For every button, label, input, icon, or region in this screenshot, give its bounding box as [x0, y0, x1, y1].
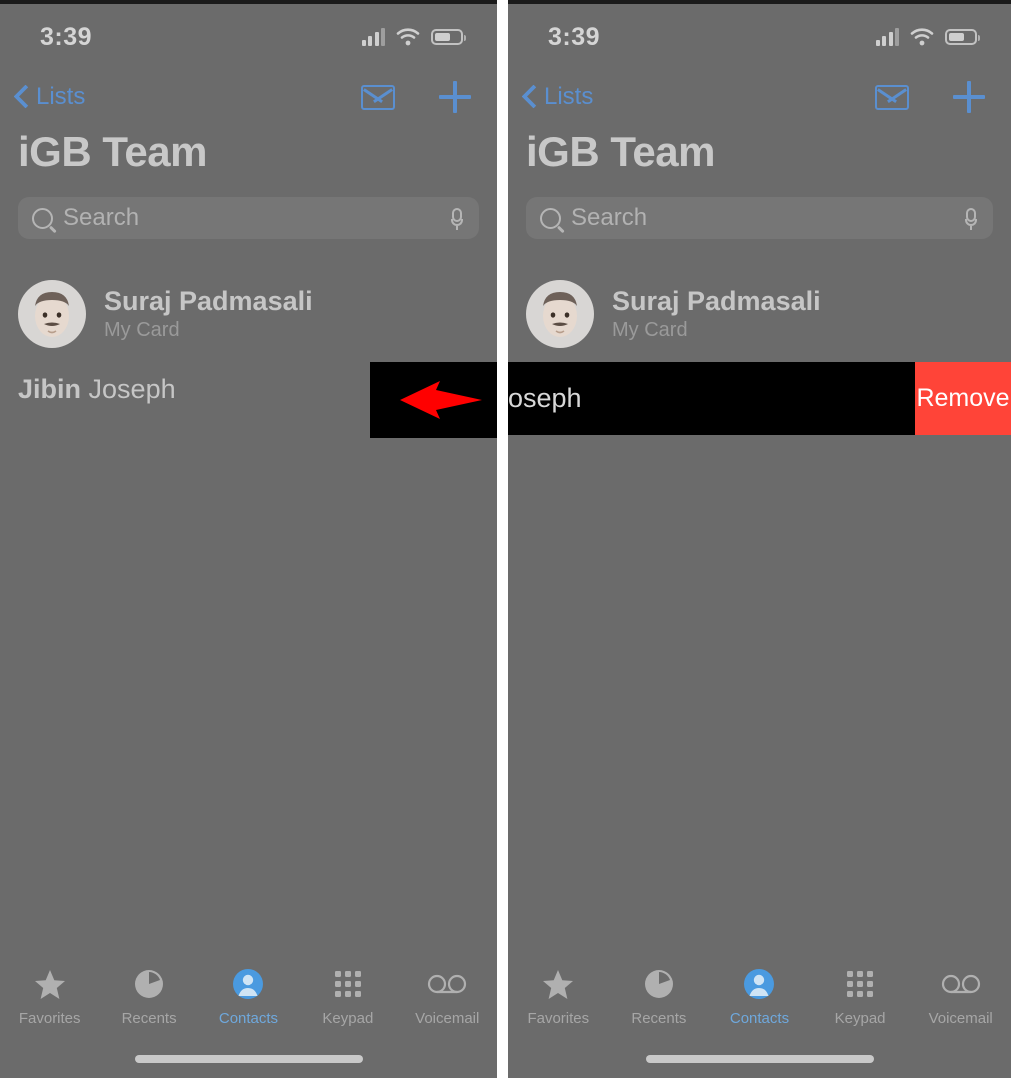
dialpad-icon: [332, 966, 364, 1002]
my-card-subtitle: My Card: [612, 319, 688, 342]
contact-list-item[interactable]: Jibin Joseph: [18, 374, 176, 405]
battery-icon: [431, 29, 466, 45]
tab-keypad-label: Keypad: [834, 1010, 886, 1027]
star-icon: [542, 966, 574, 1002]
back-button-lists[interactable]: Lists: [522, 83, 593, 111]
tab-favorites[interactable]: Favorites: [509, 966, 607, 1027]
tab-voicemail-label: Voicemail: [928, 1010, 993, 1027]
tab-voicemail[interactable]: Voicemail: [912, 966, 1010, 1027]
page-title: iGB Team: [526, 128, 715, 175]
tab-contacts-label: Contacts: [218, 1010, 279, 1027]
phone-screen-right: 3:39 Lists iGB Team Search Suraj Padmasa…: [508, 0, 1011, 1078]
cellular-signal-icon: [875, 28, 899, 46]
contact-last-name: Joseph: [88, 374, 176, 404]
dialpad-icon: [844, 966, 876, 1002]
status-time: 3:39: [548, 22, 601, 51]
tab-favorites[interactable]: Favorites: [1, 966, 99, 1027]
annotation-arrow-box: [370, 362, 497, 438]
voicemail-icon: [427, 966, 467, 1002]
my-card-row[interactable]: Suraj Padmasali My Card: [18, 272, 497, 356]
navigation-bar: Lists: [508, 74, 1011, 120]
plus-icon[interactable]: [953, 81, 985, 113]
cellular-signal-icon: [361, 28, 385, 46]
tab-bar-right: Favorites Recents Contacts Keypad Voicem…: [508, 962, 1011, 1036]
status-time: 3:39: [40, 22, 93, 51]
battery-icon: [945, 29, 980, 45]
clock-icon: [643, 966, 675, 1002]
home-indicator: [645, 1055, 874, 1063]
voicemail-icon: [941, 966, 981, 1002]
chevron-left-icon: [522, 84, 538, 110]
top-bezel-strip: [508, 0, 1011, 4]
tab-contacts[interactable]: Contacts: [710, 966, 808, 1027]
tab-bar-left: Favorites Recents Contacts Keypad Voicem…: [0, 962, 497, 1036]
screenshot-stage: 3:39 Lists iGB Team Search Suraj Padmasa…: [0, 0, 1011, 1078]
search-placeholder: Search: [63, 204, 140, 231]
tab-contacts[interactable]: Contacts: [199, 966, 297, 1027]
remove-button[interactable]: Remove: [915, 362, 1011, 435]
microphone-icon[interactable]: [451, 208, 463, 230]
status-icon-group: [875, 28, 980, 46]
top-bezel-strip: [0, 0, 497, 4]
back-button-lists[interactable]: Lists: [14, 83, 85, 111]
page-title: iGB Team: [18, 128, 207, 175]
my-card-row[interactable]: Suraj Padmasali My Card: [526, 272, 1011, 356]
star-icon: [34, 966, 66, 1002]
tab-keypad[interactable]: Keypad: [811, 966, 909, 1027]
tab-recents[interactable]: Recents: [610, 966, 708, 1027]
envelope-icon[interactable]: [361, 84, 395, 110]
tab-contacts-label: Contacts: [729, 1010, 790, 1027]
wifi-icon: [910, 28, 934, 46]
tab-recents-label: Recents: [631, 1010, 687, 1027]
nav-action-group: [361, 81, 471, 113]
status-icon-group: [361, 28, 466, 46]
magnifier-icon: [32, 207, 53, 229]
contact-last-name: oseph: [508, 383, 582, 413]
tab-keypad-label: Keypad: [322, 1010, 374, 1027]
back-button-label: Lists: [36, 83, 86, 110]
phone-screen-left: 3:39 Lists iGB Team Search Suraj Padmasa…: [0, 0, 497, 1078]
nav-action-group: [875, 81, 985, 113]
magnifier-icon: [540, 207, 561, 229]
tab-voicemail-label: Voicemail: [415, 1010, 480, 1027]
search-placeholder: Search: [571, 204, 648, 231]
my-card-name: Suraj Padmasali: [104, 285, 313, 316]
memoji-avatar: [526, 280, 594, 348]
plus-icon[interactable]: [439, 81, 471, 113]
search-field[interactable]: Search: [18, 197, 479, 239]
contact-first-name: Jibin: [18, 374, 82, 404]
tab-favorites-label: Favorites: [527, 1010, 590, 1027]
envelope-icon[interactable]: [875, 84, 909, 110]
tab-favorites-label: Favorites: [18, 1010, 81, 1027]
my-card-text: Suraj Padmasali My Card: [104, 286, 313, 342]
status-bar: 3:39: [508, 20, 1011, 54]
status-bar: 3:39: [0, 20, 497, 54]
tab-recents-label: Recents: [121, 1010, 177, 1027]
home-indicator: [134, 1055, 363, 1063]
chevron-left-icon: [14, 84, 30, 110]
tab-keypad[interactable]: Keypad: [299, 966, 397, 1027]
panel-divider: [497, 0, 508, 1078]
search-field[interactable]: Search: [526, 197, 993, 239]
microphone-icon[interactable]: [965, 208, 977, 230]
my-card-text: Suraj Padmasali My Card: [612, 286, 821, 342]
back-button-label: Lists: [544, 83, 594, 110]
wifi-icon: [396, 28, 420, 46]
clock-icon: [133, 966, 165, 1002]
swiped-contact-row[interactable]: oseph Remove: [508, 362, 1011, 435]
tab-recents[interactable]: Recents: [100, 966, 198, 1027]
my-card-name: Suraj Padmasali: [612, 285, 821, 316]
memoji-avatar: [18, 280, 86, 348]
my-card-subtitle: My Card: [104, 319, 180, 342]
navigation-bar: Lists: [0, 74, 497, 120]
arrow-left-icon: [400, 381, 482, 419]
person-circle-icon: [232, 966, 264, 1002]
person-circle-icon: [743, 966, 775, 1002]
tab-voicemail[interactable]: Voicemail: [398, 966, 496, 1027]
